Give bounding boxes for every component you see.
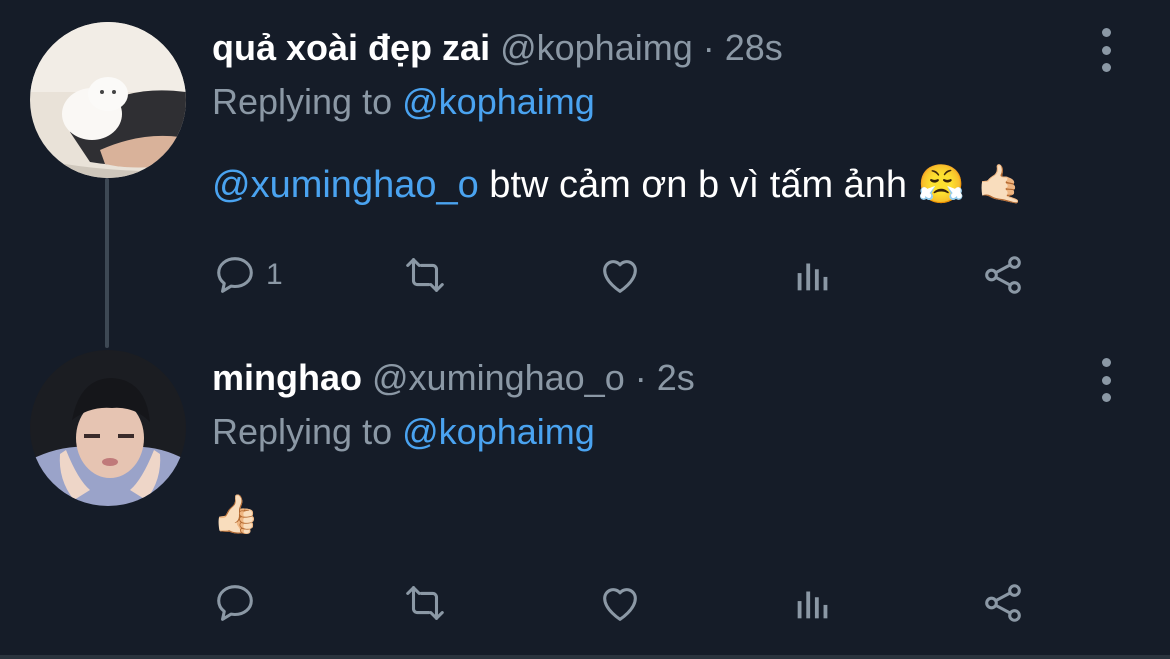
separator-dot: · bbox=[702, 27, 715, 68]
tweet-body: btw cảm ơn b vì tấm ảnh bbox=[478, 164, 918, 206]
analytics-icon bbox=[797, 591, 828, 619]
tweet-text: 👍🏻 bbox=[212, 490, 259, 539]
timestamp[interactable]: 28s bbox=[725, 27, 783, 68]
share-button[interactable] bbox=[980, 250, 1026, 300]
retweet-button[interactable] bbox=[402, 578, 448, 628]
reply-button[interactable] bbox=[212, 578, 258, 628]
replying-to: Replying to @kophaimg bbox=[212, 410, 595, 454]
retweet-icon bbox=[406, 586, 444, 620]
replying-to: Replying to @kophaimg bbox=[212, 80, 595, 124]
like-icon bbox=[603, 588, 637, 621]
reply-icon bbox=[217, 585, 253, 621]
tweet-header: quả xoài đẹp zai @kophaimg · 28s bbox=[212, 26, 783, 70]
separator-dot: · bbox=[634, 357, 647, 398]
user-handle[interactable]: @xuminghao_o bbox=[372, 357, 625, 398]
avatar[interactable] bbox=[30, 350, 186, 506]
bottom-divider bbox=[0, 655, 1170, 659]
more-options-icon[interactable] bbox=[1098, 28, 1114, 72]
share-icon bbox=[985, 584, 1021, 622]
timestamp[interactable]: 2s bbox=[657, 357, 695, 398]
tweet-reply-1[interactable]: quả xoài đẹp zai @kophaimg · 28s Replyin… bbox=[0, 0, 1170, 330]
tweet-actions: 1 bbox=[212, 250, 1042, 300]
tweet-reply-2[interactable]: minghao @xuminghao_o · 2s Replying to @k… bbox=[0, 330, 1170, 655]
retweet-icon bbox=[406, 258, 444, 292]
tweet-actions bbox=[212, 578, 1042, 628]
display-name[interactable]: minghao bbox=[212, 357, 362, 398]
more-options-icon[interactable] bbox=[1098, 358, 1114, 402]
tweet-text: @xuminghao_o btw cảm ơn b vì tấm ảnh 😤 🤙… bbox=[212, 160, 1024, 209]
reply-button[interactable]: 1 bbox=[212, 250, 283, 300]
reply-count: 1 bbox=[266, 258, 283, 291]
tweet-header: minghao @xuminghao_o · 2s bbox=[212, 356, 695, 400]
avatar-cat-icon bbox=[30, 22, 186, 178]
avatar-person-icon bbox=[30, 350, 186, 506]
replying-to-link[interactable]: @kophaimg bbox=[402, 411, 595, 452]
replying-to-link[interactable]: @kophaimg bbox=[402, 81, 595, 122]
user-handle[interactable]: @kophaimg bbox=[500, 27, 693, 68]
like-button[interactable] bbox=[597, 250, 643, 300]
mention-link[interactable]: @xuminghao_o bbox=[212, 164, 479, 206]
analytics-button[interactable] bbox=[790, 578, 836, 628]
reply-icon bbox=[217, 257, 253, 293]
analytics-icon bbox=[797, 263, 828, 291]
retweet-button[interactable] bbox=[402, 250, 448, 300]
avatar[interactable] bbox=[30, 22, 186, 178]
replying-to-label: Replying to bbox=[212, 411, 393, 452]
like-button[interactable] bbox=[597, 578, 643, 628]
replying-to-label: Replying to bbox=[212, 81, 393, 122]
analytics-button[interactable] bbox=[790, 250, 836, 300]
share-button[interactable] bbox=[980, 578, 1026, 628]
tweet-emojis: 😤 🤙🏻 bbox=[917, 162, 1025, 206]
display-name[interactable]: quả xoài đẹp zai bbox=[212, 27, 490, 68]
tweet-emojis: 👍🏻 bbox=[212, 492, 260, 536]
like-icon bbox=[603, 260, 637, 293]
share-icon bbox=[985, 256, 1021, 294]
